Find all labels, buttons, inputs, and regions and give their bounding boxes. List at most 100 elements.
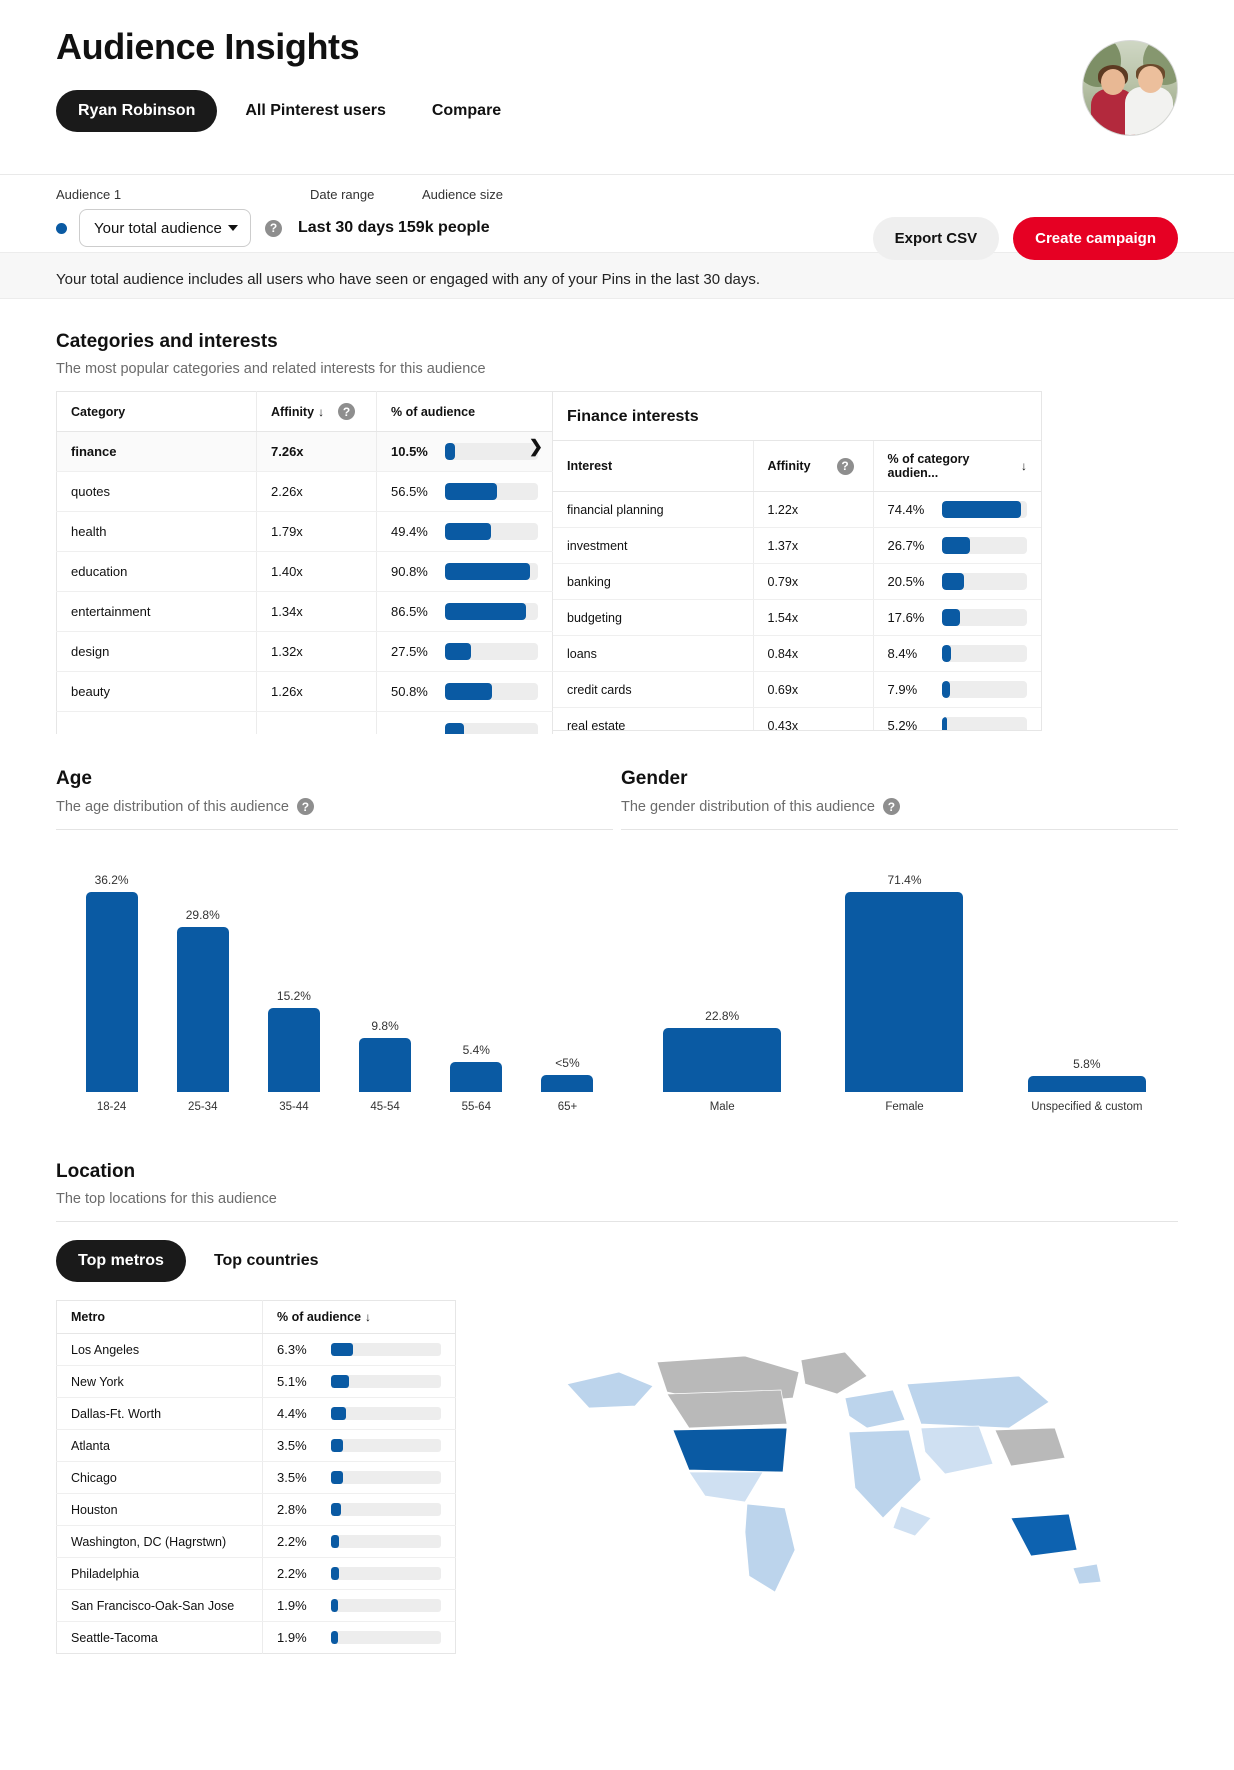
chart-bar[interactable] <box>1027 1076 1146 1092</box>
bar-track <box>941 573 1027 590</box>
col-pct-category-audience[interactable]: % of category audien... ↓ <box>872 440 1041 492</box>
table-row[interactable]: education 1.40x 90.8% <box>56 551 553 592</box>
table-row[interactable]: health 1.79x 49.4% <box>56 511 553 552</box>
audience-help-icon[interactable]: ? <box>265 219 282 237</box>
table-row[interactable]: San Francisco-Oak-San Jose 1.9% <box>56 1589 456 1622</box>
expand-category-chevron-icon[interactable]: ❯ <box>529 437 543 457</box>
categories-table-clip: Category Affinity ↓ ? % of audience fina… <box>56 391 553 734</box>
chart-bar[interactable] <box>85 892 138 1092</box>
table-row[interactable]: Dallas-Ft. Worth 4.4% <box>56 1397 456 1430</box>
interests-title: Finance interests <box>567 408 699 425</box>
tab-top-countries[interactable]: Top countries <box>196 1240 337 1282</box>
interests-header-row: Interest Affinity ? % of category audien… <box>553 440 1041 492</box>
control-bar-labels: Audience 1 Date range Audience size <box>56 187 1178 202</box>
create-campaign-button[interactable]: Create campaign <box>1013 217 1178 260</box>
cell-interest-pct: 26.7% <box>872 527 1041 564</box>
table-row[interactable]: Los Angeles 6.3% <box>56 1333 456 1366</box>
table-row[interactable] <box>57 711 553 734</box>
table-row[interactable]: Chicago 3.5% <box>56 1461 456 1494</box>
tab-compare[interactable]: Compare <box>414 90 519 132</box>
table-row[interactable]: Washington, DC (Hagrstwn) 2.2% <box>56 1525 456 1558</box>
categories-header-row: Category Affinity ↓ ? % of audience <box>56 391 553 432</box>
axis-tick-label: 65+ <box>557 1101 578 1113</box>
bar-track <box>445 603 538 620</box>
age-axis-labels: 18-24 25-34 35-44 45-54 55-64 65+ <box>56 1101 613 1113</box>
chart-bar[interactable] <box>541 1075 594 1092</box>
table-row[interactable]: Philadelphia 2.2% <box>56 1557 456 1590</box>
cell-metro-pct: 3.5% <box>262 1461 456 1494</box>
table-row[interactable]: Seattle-Tacoma 1.9% <box>57 1621 456 1654</box>
cell-pct: 49.4% <box>376 511 553 552</box>
bar-fill <box>445 683 493 700</box>
age-divider <box>56 829 613 830</box>
table-row[interactable]: design 1.32x 27.5% <box>56 631 553 672</box>
export-csv-button[interactable]: Export CSV <box>872 217 1000 260</box>
tab-ryan-robinson[interactable]: Ryan Robinson <box>56 90 218 132</box>
bar-fill <box>445 563 530 580</box>
chart-bar-slot: 36.2% <box>66 860 157 1092</box>
cell-interest-pct: 74.4% <box>872 491 1041 528</box>
bar-fill <box>331 1503 341 1516</box>
table-row[interactable]: credit cards 0.69x 7.9% <box>553 671 1041 708</box>
audience-label: Audience 1 <box>56 187 122 202</box>
cell-metro: Philadelphia <box>56 1557 263 1590</box>
table-row[interactable]: entertainment 1.34x 86.5% <box>56 591 553 632</box>
gender-axis-labels: Male Female Unspecified & custom <box>621 1101 1178 1113</box>
chart-bar[interactable] <box>663 1028 782 1092</box>
bar-value-label: <5% <box>555 1056 580 1070</box>
col-interest-affinity[interactable]: Affinity ? <box>752 440 873 492</box>
date-range-label: Date range <box>310 187 375 202</box>
cell-pct: 90.8% <box>376 551 553 592</box>
map-region-china <box>994 1427 1066 1467</box>
chart-bar[interactable] <box>176 927 229 1092</box>
table-row[interactable]: real estate 0.43x 5.2% <box>553 707 1041 730</box>
avatar[interactable] <box>1082 40 1178 136</box>
cell-interest: budgeting <box>553 599 753 636</box>
cell-interest: real estate <box>553 707 753 730</box>
table-row[interactable]: loans 0.84x 8.4% <box>553 635 1041 672</box>
cell-affinity <box>256 711 377 734</box>
chart-bar[interactable] <box>359 1038 412 1092</box>
audience-color-dot <box>56 222 67 234</box>
table-row[interactable]: New York 5.1% <box>56 1365 456 1398</box>
bar-fill <box>445 443 456 460</box>
col-affinity[interactable]: Affinity ↓ ? <box>256 391 377 432</box>
bar-track <box>331 1439 441 1452</box>
table-row[interactable]: quotes 2.26x 56.5% <box>56 471 553 512</box>
table-row[interactable]: finance 7.26x 10.5% <box>56 431 553 472</box>
bar-track <box>331 1407 441 1420</box>
chart-bar[interactable] <box>267 1008 320 1092</box>
table-row[interactable]: investment 1.37x 26.7% <box>553 527 1041 564</box>
cell-interest: loans <box>553 635 753 672</box>
tab-all-pinterest-users[interactable]: All Pinterest users <box>227 90 404 132</box>
cell-interest-affinity: 0.69x <box>752 671 873 708</box>
location-subtitle: The top locations for this audience <box>56 1191 277 1207</box>
age-help-icon[interactable]: ? <box>296 798 314 815</box>
table-row[interactable]: banking 0.79x 20.5% <box>553 563 1041 600</box>
interest-affinity-help-icon[interactable]: ? <box>836 457 854 475</box>
map-region-africa <box>848 1429 922 1519</box>
chart-bar[interactable] <box>845 892 964 1092</box>
audience-select[interactable]: Your total audience <box>79 209 251 247</box>
table-row[interactable]: budgeting 1.54x 17.6% <box>553 599 1041 636</box>
table-row[interactable]: financial planning 1.22x 74.4% <box>553 491 1041 528</box>
cell-interest-affinity: 1.37x <box>752 527 873 564</box>
affinity-help-icon[interactable]: ? <box>338 403 356 420</box>
chart-bar-slot: 9.8% <box>340 860 431 1092</box>
bar-value-label: 71.4% <box>887 873 922 887</box>
col-metro-pct[interactable]: % of audience ↓ <box>262 1300 456 1334</box>
interests-sort-desc-icon: ↓ <box>1021 459 1027 473</box>
bar-track <box>445 443 538 460</box>
bar-fill <box>445 603 526 620</box>
interests-table: Interest Affinity ? % of category audien… <box>553 440 1041 730</box>
location-section: Location The top locations for this audi… <box>0 1161 1234 1654</box>
map-region-canada <box>666 1389 788 1429</box>
chart-bar[interactable] <box>450 1062 503 1092</box>
gender-help-icon[interactable]: ? <box>882 798 900 815</box>
tab-top-metros[interactable]: Top metros <box>56 1240 186 1282</box>
map-region-madagascar <box>892 1505 932 1537</box>
table-row[interactable]: Houston 2.8% <box>56 1493 456 1526</box>
chart-bar-slot: 22.8% <box>631 860 813 1092</box>
table-row[interactable]: beauty 1.26x 50.8% <box>56 671 553 712</box>
table-row[interactable]: Atlanta 3.5% <box>56 1429 456 1462</box>
